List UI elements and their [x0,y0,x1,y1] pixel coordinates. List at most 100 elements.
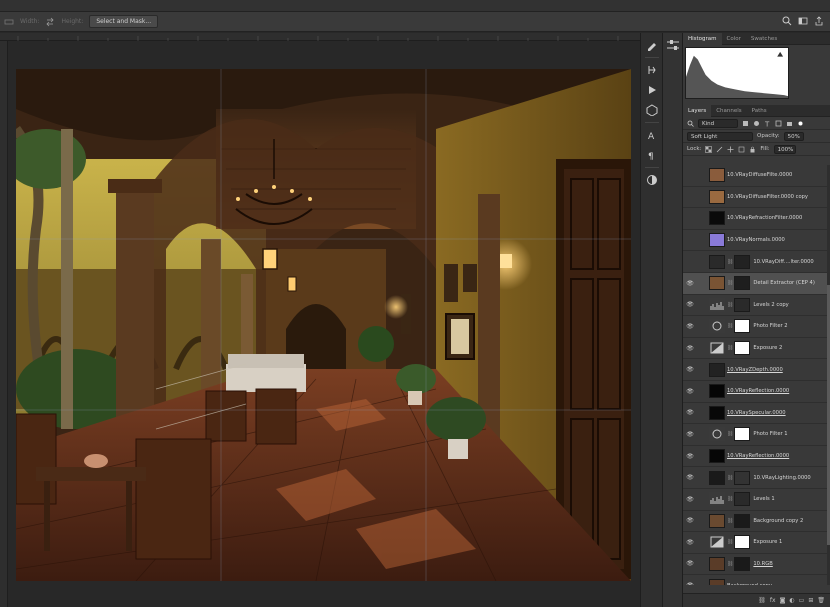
group-icon[interactable]: ▭ [799,597,805,604]
layer-row[interactable]: 👁 ⛓ Levels 1 [683,489,830,511]
mask-link-icon[interactable]: ⛓ [727,539,733,545]
visibility-eye-icon[interactable]: 👁 [683,388,697,395]
mask-link-icon[interactable]: ⛓ [727,431,733,437]
layer-thumbnail[interactable] [709,211,725,226]
visibility-eye-icon[interactable]: 👁 [683,237,697,244]
mask-link-icon[interactable]: ⛓ [727,518,733,524]
photo-adjustment-icon[interactable] [709,319,725,334]
kind-filter-select[interactable]: Kind [698,118,738,128]
layer-name[interactable]: Background copy [727,583,830,585]
layer-name[interactable]: 10.VRayReflection.0000 [727,388,830,394]
layer-name[interactable]: 10.VRayDiff....lter.0000 [753,259,830,265]
layer-thumbnail[interactable] [709,276,725,291]
new-layer-icon[interactable]: ⊞ [808,597,813,604]
layer-row[interactable]: 👁 ⛓ Background copy 2 [683,511,830,533]
filter-toggle-icon[interactable] [797,120,804,127]
layer-mask-thumbnail[interactable] [734,341,751,356]
mask-link-icon[interactable]: ⛓ [727,302,733,308]
layer-mask-thumbnail[interactable] [734,254,751,269]
layer-row[interactable]: 👁 10.VRayZDepth.0000 [683,359,830,381]
layer-name[interactable]: 10.RGB [753,561,830,567]
mask-link-icon[interactable]: ⛓ [727,280,733,286]
layer-thumbnail[interactable] [709,556,725,571]
visibility-eye-icon[interactable]: 👁 [683,496,697,503]
trash-icon[interactable]: 🗑 [817,597,825,604]
layer-mask-thumbnail[interactable] [734,513,751,528]
mask-icon[interactable]: ◙ [780,597,786,604]
document-canvas[interactable] [8,41,640,607]
layer-row[interactable]: 👁 ⛓ Photo Filter 2 [683,316,830,338]
play-icon[interactable] [644,82,660,98]
select-and-mask-button[interactable]: Select and Mask... [89,15,159,28]
layer-row[interactable]: 👁 ⛓ 10.RGB [683,554,830,576]
visibility-eye-icon[interactable]: 👁 [683,345,697,352]
layer-name[interactable]: 10.VRayRefractionFilter.0000 [727,215,830,221]
visibility-eye-icon[interactable]: 👁 [683,539,697,546]
mask-link-icon[interactable]: ⛓ [727,496,733,502]
opacity-input[interactable]: 50% [783,131,804,141]
layer-thumbnail[interactable] [709,254,725,269]
mask-link-icon[interactable]: ⛓ [727,345,733,351]
visibility-eye-icon[interactable]: 👁 [683,474,697,481]
layer-row[interactable]: 👁 ⛓ Photo Filter 1 [683,424,830,446]
layer-thumbnail[interactable] [709,189,725,204]
layer-name[interactable]: 10.VRayDiffuseFilte.0000 [727,172,830,178]
layer-thumbnail[interactable] [709,513,725,528]
brush-icon[interactable] [644,37,660,53]
layer-row[interactable]: 👁 10.VRayDiffuseFilte.0000 [683,165,830,187]
adjustments-icon[interactable] [644,172,660,188]
visibility-eye-icon[interactable]: 👁 [683,193,697,200]
exposure-adjustment-icon[interactable] [709,535,725,550]
sliders-icon[interactable] [665,37,681,53]
layer-row[interactable]: 👁 10.VRayNormals.0000 [683,230,830,252]
share-icon[interactable] [814,16,824,26]
mask-link-icon[interactable]: ⛓ [727,323,733,329]
layer-row[interactable]: 👁 10.VRayDiffuseFilter.0000 copy [683,187,830,209]
visibility-eye-icon[interactable]: 👁 [683,366,697,373]
layer-mask-thumbnail[interactable] [734,427,751,442]
layer-mask-thumbnail[interactable] [734,276,751,291]
layer-name[interactable]: 10.VRayLighting.0000 [753,475,830,481]
filter-adjustment-icon[interactable] [753,120,760,127]
tab-paths[interactable]: Paths [747,105,772,117]
layer-name[interactable]: Levels 2 copy [753,302,830,308]
layer-row[interactable]: 👁 ⛓ Detail Extractor (CEP 4) [683,272,830,295]
clone-source-icon[interactable] [644,62,660,78]
layer-mask-thumbnail[interactable] [734,470,751,485]
levels-adjustment-icon[interactable] [709,492,725,507]
mask-link-icon[interactable]: ⛓ [727,475,733,481]
blend-mode-select[interactable]: Soft Light [687,131,753,141]
layer-name[interactable]: Levels 1 [753,496,830,502]
filter-type-icon[interactable]: T [764,120,771,128]
layer-name[interactable]: Photo Filter 1 [753,431,830,437]
tab-channels[interactable]: Channels [711,105,746,117]
layer-name[interactable]: Background copy 2 [753,518,830,524]
visibility-eye-icon[interactable]: 👁 [683,301,697,308]
fx-icon[interactable]: fx [770,597,776,604]
layer-row[interactable]: 👁 ⛓ Exposure 1 [683,532,830,554]
layer-row[interactable]: 👁 ⛓ Exposure 2 [683,338,830,360]
visibility-eye-icon[interactable]: 👁 [683,323,697,330]
visibility-eye-icon[interactable]: 👁 [683,517,697,524]
layer-name[interactable]: 10.VRayZDepth.0000 [727,367,830,373]
layer-name[interactable]: 10.VRayNormals.0000 [727,237,830,243]
lock-pixels-icon[interactable] [716,146,723,153]
visibility-eye-icon[interactable]: 👁 [683,582,697,585]
visibility-eye-icon[interactable]: 👁 [683,215,697,222]
layer-thumbnail[interactable] [709,384,725,399]
paragraph-icon[interactable]: ¶ [644,147,660,163]
layer-thumbnail[interactable] [709,233,725,248]
character-icon[interactable]: A [644,127,660,143]
layer-row[interactable]: 👁 Background copy [683,575,830,585]
layer-row[interactable]: 👁 ⛓ Levels 2 copy [683,295,830,317]
layer-thumbnail[interactable] [709,168,725,183]
lock-position-icon[interactable] [727,146,734,153]
layer-row[interactable]: 👁 10.VRayRefractionFilter.0000 [683,208,830,230]
layer-name[interactable]: Detail Extractor (CEP 4) [753,280,830,286]
layer-name[interactable]: 10.VRayReflection.0000 [727,453,830,459]
lock-transparency-icon[interactable] [705,145,713,153]
lock-all-icon[interactable] [749,146,756,153]
layer-mask-thumbnail[interactable] [734,319,751,334]
layer-thumbnail[interactable] [709,470,725,485]
visibility-eye-icon[interactable]: 👁 [683,409,697,416]
